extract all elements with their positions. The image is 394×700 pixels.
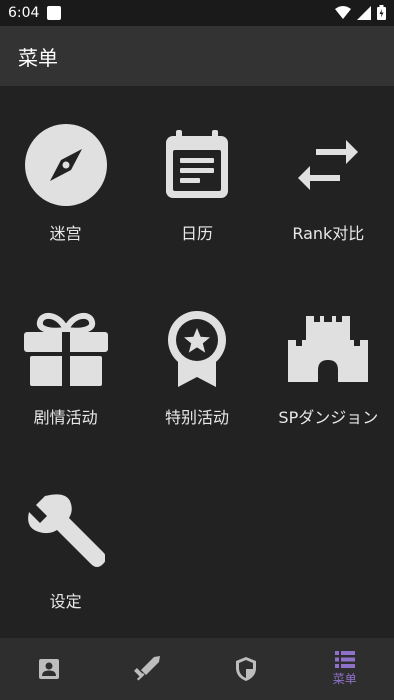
menu-grid: 迷宫 日历 Rank对比 剧情活动 特别活动 SPダンジョン 设定 bbox=[0, 86, 394, 638]
menu-item-special-events[interactable]: 特别活动 bbox=[131, 270, 262, 454]
menu-item-labyrinth[interactable]: 迷宫 bbox=[0, 86, 131, 270]
status-time: 6:04 bbox=[8, 5, 40, 21]
status-icons bbox=[335, 5, 386, 20]
wifi-icon bbox=[335, 5, 351, 19]
list-icon bbox=[334, 651, 355, 668]
menu-item-story-events[interactable]: 剧情活动 bbox=[0, 270, 131, 454]
menu-item-label: SPダンジョン bbox=[278, 408, 379, 427]
menu-item-label: 迷宫 bbox=[49, 224, 82, 243]
castle-icon bbox=[285, 306, 371, 392]
nav-item-battle[interactable] bbox=[99, 638, 198, 700]
shield-icon bbox=[236, 657, 257, 681]
profile-card-icon bbox=[39, 659, 60, 679]
battery-icon bbox=[377, 5, 386, 20]
compass-icon bbox=[23, 122, 109, 208]
menu-item-label: Rank对比 bbox=[292, 224, 365, 243]
wrench-icon bbox=[23, 490, 109, 576]
menu-item-label: 设定 bbox=[49, 592, 82, 611]
menu-item-settings[interactable]: 设定 bbox=[0, 454, 131, 638]
sword-icon bbox=[133, 656, 160, 681]
nav-item-guard[interactable] bbox=[197, 638, 296, 700]
menu-item-rank-compare[interactable]: Rank对比 bbox=[263, 86, 394, 270]
menu-item-label: 特别活动 bbox=[164, 408, 229, 427]
gift-icon bbox=[23, 306, 109, 392]
app-bar: 菜单 bbox=[0, 26, 394, 86]
menu-item-sp-dungeon[interactable]: SPダンジョン bbox=[263, 270, 394, 454]
nav-item-label: 菜单 bbox=[332, 672, 357, 686]
signal-icon bbox=[357, 5, 371, 20]
calendar-icon bbox=[154, 122, 240, 208]
menu-item-label: 日历 bbox=[180, 224, 213, 243]
award-badge-icon bbox=[154, 306, 240, 392]
menu-item-calendar[interactable]: 日历 bbox=[131, 86, 262, 270]
notification-icon bbox=[47, 6, 62, 20]
swap-arrows-icon bbox=[285, 122, 371, 208]
nav-item-menu[interactable]: 菜单 bbox=[296, 638, 394, 700]
menu-item-label: 剧情活动 bbox=[33, 408, 98, 427]
status-bar: 6:04 bbox=[0, 0, 394, 26]
nav-item-profile[interactable] bbox=[0, 638, 99, 700]
page-title: 菜单 bbox=[18, 45, 58, 70]
bottom-navigation: 菜单 bbox=[0, 638, 394, 700]
